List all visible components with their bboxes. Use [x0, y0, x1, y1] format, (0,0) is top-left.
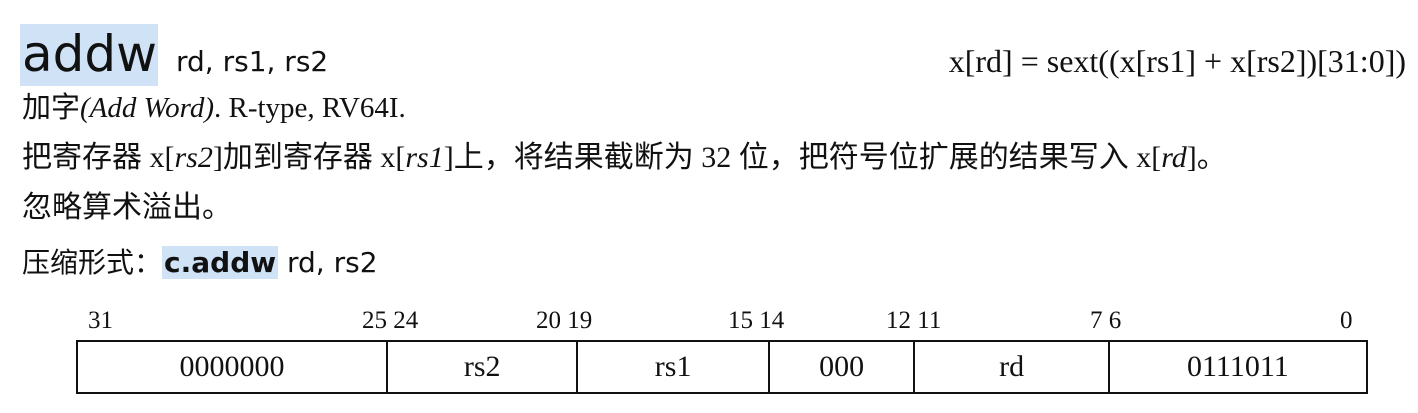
- encoding-table: 0000000 rs2 rs1 000 rd 0111011: [76, 340, 1368, 394]
- bit-label: 31: [88, 307, 113, 334]
- field-opcode: 0111011: [1187, 350, 1289, 383]
- compressed-form: 压缩形式：c.addw rd, rs2: [22, 242, 378, 285]
- name-cn: 加字: [22, 92, 81, 124]
- format-text: . R-type, RV64I.: [214, 92, 406, 124]
- field-rs1: rs1: [578, 342, 770, 392]
- compressed-name: c.addw: [162, 246, 279, 279]
- desc-text: ]加到寄存器 x[: [212, 141, 406, 174]
- bit-label: 7 6: [1090, 307, 1122, 334]
- bit-label: 0: [1340, 307, 1353, 334]
- instruction-mnemonic: addw: [22, 25, 158, 83]
- desc-reg-rs2: rs2: [174, 141, 213, 174]
- bit-label: 15 14: [728, 307, 785, 334]
- bit-label: 12 11: [886, 307, 942, 334]
- desc-text: 把寄存器 x[: [22, 141, 175, 174]
- bit-label: 25 24: [362, 307, 419, 334]
- desc-text: ]上，将结果截断为 32 位，把符号位扩展的结果写入 x[: [443, 141, 1162, 174]
- field-funct3: 000: [770, 342, 916, 392]
- bit-label: 20 19: [536, 307, 593, 334]
- description-line-1: 把寄存器 x[rs2]加到寄存器 x[rs1]上，将结果截断为 32 位，把符号…: [22, 136, 1227, 180]
- instruction-type-line: 加字(Add Word). R-type, RV64I.: [22, 88, 406, 128]
- instruction-operands: rd, rs1, rs2: [176, 45, 329, 78]
- compressed-label: 压缩形式：: [22, 248, 163, 279]
- instruction-formula: x[rd] = sext((x[rs1] + x[rs2])[31:0]): [948, 43, 1406, 79]
- desc-reg-rs1: rs1: [405, 141, 444, 174]
- field-rd: rd: [915, 342, 1110, 392]
- name-en: (Add Word): [80, 92, 214, 124]
- desc-reg-rd: rd: [1161, 141, 1187, 174]
- description-line-2: 忽略算术溢出。: [22, 191, 232, 224]
- compressed-operands: rd, rs2: [278, 246, 378, 279]
- field-rs2: rs2: [388, 342, 579, 392]
- field-funct7: 0000000: [78, 342, 389, 392]
- desc-text: ]。: [1186, 141, 1227, 174]
